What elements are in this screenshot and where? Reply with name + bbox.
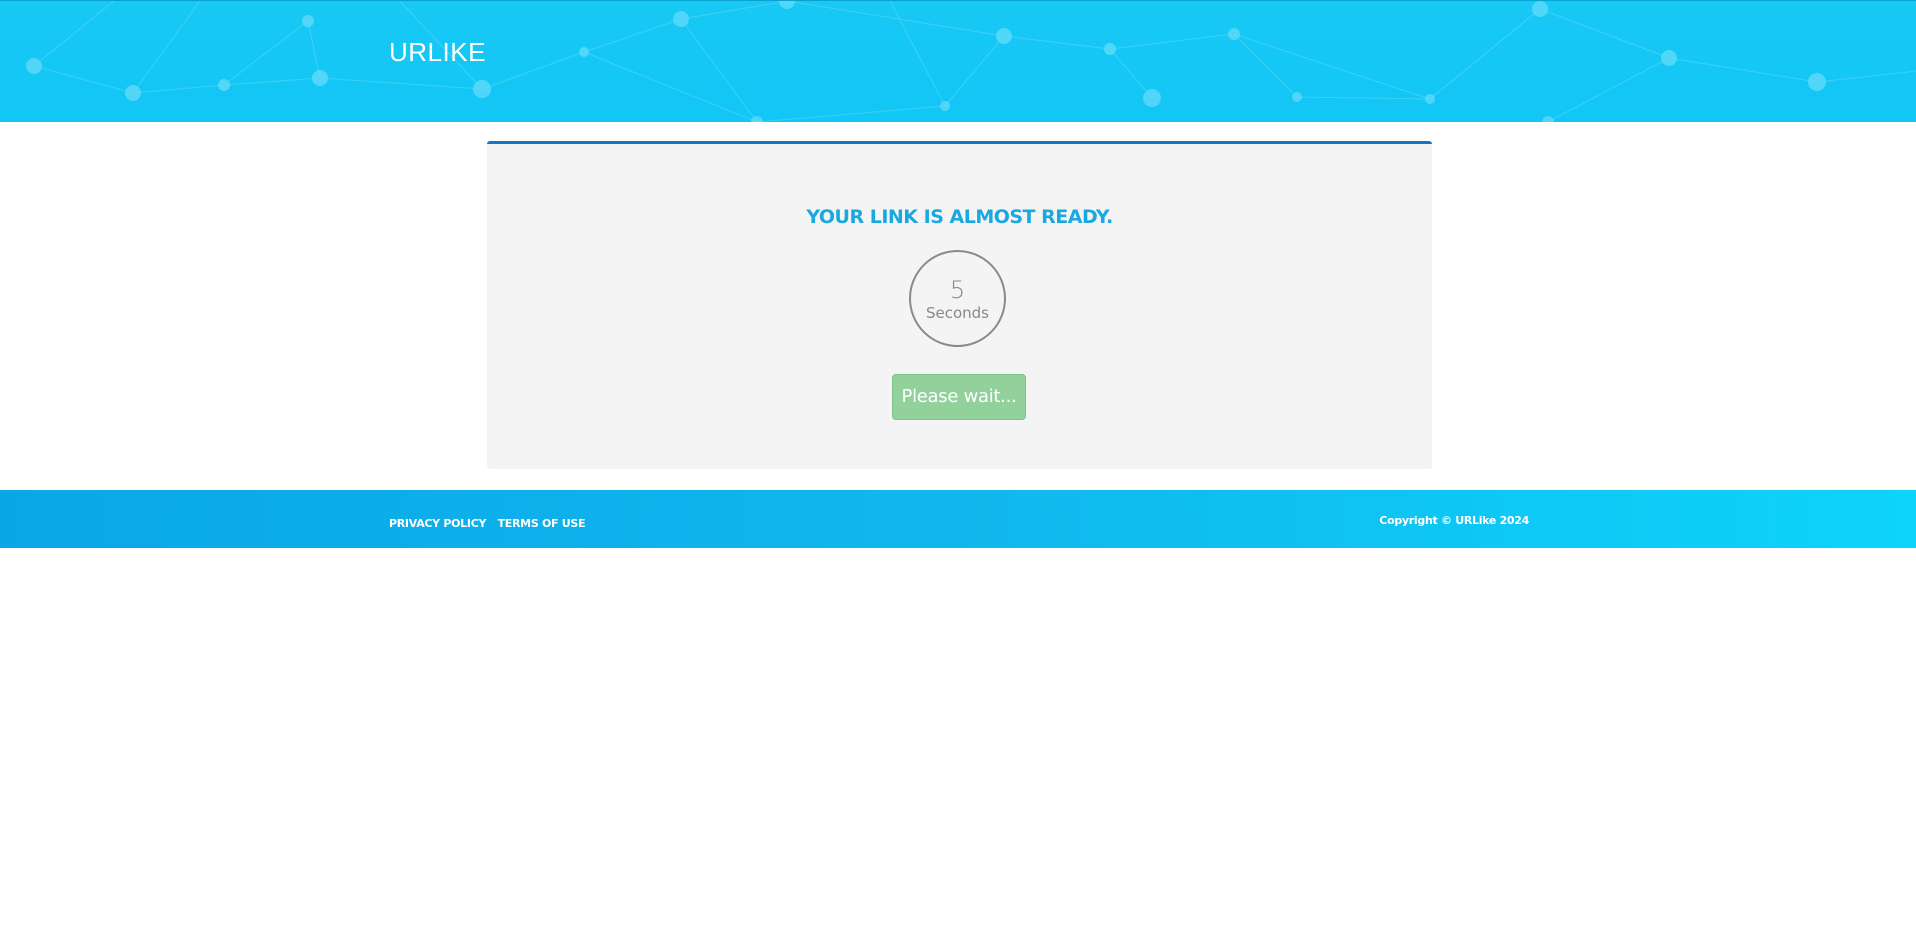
please-wait-button[interactable]: Please wait... xyxy=(892,374,1026,420)
copyright-text: Copyright © URLike 2024 xyxy=(1379,514,1529,527)
page-title: YOUR LINK IS ALMOST READY. xyxy=(806,206,1113,228)
link-ready-panel: YOUR LINK IS ALMOST READY. 5 Seconds Ple… xyxy=(487,141,1432,469)
site-logo-link[interactable]: URLIKE xyxy=(389,37,486,68)
terms-of-use-link[interactable]: TERMS OF USE xyxy=(498,517,586,530)
countdown-timer: 5 Seconds xyxy=(909,250,1006,347)
countdown-value: 5 xyxy=(949,276,966,304)
footer-links: PRIVACY POLICY TERMS OF USE xyxy=(389,514,592,532)
privacy-policy-link[interactable]: PRIVACY POLICY xyxy=(389,517,486,530)
site-footer: PRIVACY POLICY TERMS OF USE Copyright © … xyxy=(0,490,1916,548)
network-pattern-background xyxy=(26,1,1916,122)
countdown-unit: Seconds xyxy=(925,304,990,322)
site-header: URLIKE xyxy=(0,0,1916,122)
